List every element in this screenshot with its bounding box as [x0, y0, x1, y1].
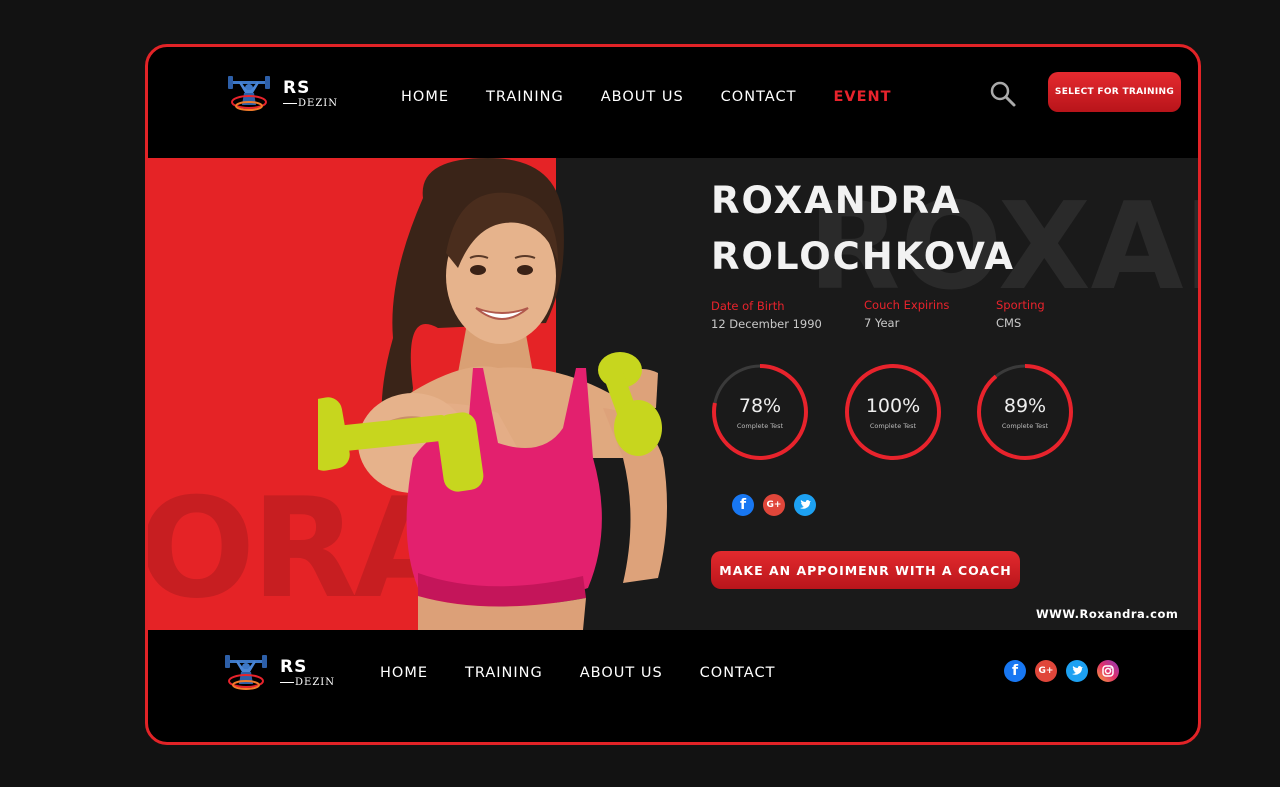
- footer-nav-home[interactable]: HOME: [380, 665, 428, 681]
- search-icon[interactable]: [989, 80, 1017, 108]
- make-appointment-button[interactable]: MAKE AN APPOIMENR WITH A COACH: [711, 551, 1020, 589]
- brand-name-bottom: DEZIN: [283, 98, 338, 109]
- facebook-icon[interactable]: f: [732, 494, 754, 516]
- twitter-icon[interactable]: [794, 494, 816, 516]
- info-value: 7 Year: [864, 316, 900, 330]
- brand-logo[interactable]: RS DEZIN: [227, 75, 338, 113]
- info-coach-experience: Couch Expirins 7 Year: [864, 298, 949, 330]
- footer-nav-about-us[interactable]: ABOUT US: [580, 665, 663, 681]
- info-value: CMS: [996, 316, 1022, 330]
- select-for-training-button[interactable]: SELECT FOR TRAINING: [1048, 72, 1181, 112]
- stat-value: 78%: [738, 395, 782, 417]
- footer-twitter-icon[interactable]: [1066, 660, 1088, 682]
- nav-contact[interactable]: CONTACT: [721, 89, 797, 105]
- info-date-of-birth: Date of Birth 12 December 1990: [711, 299, 822, 331]
- nav-training[interactable]: TRAINING: [486, 89, 564, 105]
- stat-label: Complete Test: [1001, 422, 1049, 430]
- nav-event[interactable]: EVENT: [833, 89, 891, 105]
- info-value: 12 December 1990: [711, 317, 822, 331]
- stat-ring-3: 89% Complete Test: [976, 363, 1074, 461]
- website-link[interactable]: WWW.Roxandra.com: [1036, 607, 1178, 621]
- brand-name-top: RS: [280, 656, 308, 677]
- footer-instagram-icon[interactable]: [1097, 660, 1119, 682]
- page-frame: RS DEZIN HOME TRAINING ABOUT US CONTACT …: [145, 44, 1201, 745]
- info-label: Sporting: [996, 298, 1045, 312]
- info-sporting: Sporting CMS: [996, 298, 1045, 330]
- footer-nav: HOME TRAINING ABOUT US CONTACT: [380, 665, 812, 681]
- weightlifter-logo-icon: [225, 655, 267, 690]
- stat-value: 89%: [1003, 395, 1047, 417]
- stat-ring-1: 78% Complete Test: [711, 363, 809, 461]
- footer-facebook-icon[interactable]: f: [1004, 660, 1026, 682]
- athlete-photo: [318, 158, 667, 630]
- brand-wordmark: RS DEZIN: [283, 77, 338, 109]
- info-label: Couch Expirins: [864, 298, 950, 312]
- header-nav: HOME TRAINING ABOUT US CONTACT EVENT: [401, 89, 929, 105]
- weightlifter-logo-icon: [228, 76, 270, 111]
- footer-google-plus-icon[interactable]: G+: [1035, 660, 1057, 682]
- stat-label: Complete Test: [869, 422, 917, 430]
- stat-label: Complete Test: [736, 422, 784, 430]
- brand-name-top: RS: [283, 77, 311, 98]
- brand-wordmark: RS DEZIN: [280, 656, 335, 688]
- nav-about-us[interactable]: ABOUT US: [601, 89, 684, 105]
- brand-name-bottom: DEZIN: [280, 677, 335, 688]
- info-label: Date of Birth: [711, 299, 785, 313]
- footer-nav-training[interactable]: TRAINING: [465, 665, 543, 681]
- stat-value: 100%: [865, 395, 921, 417]
- coach-first-name: ROXANDRA: [711, 179, 962, 222]
- footer-brand-logo[interactable]: RS DEZIN: [224, 654, 335, 692]
- stat-ring-2: 100% Complete Test: [844, 363, 942, 461]
- google-plus-icon[interactable]: G+: [763, 494, 785, 516]
- nav-home[interactable]: HOME: [401, 89, 449, 105]
- hero-section: ORA ROXAN: [148, 158, 1198, 630]
- coach-last-name: ROLOCHKOVA: [711, 235, 1016, 278]
- footer-nav-contact[interactable]: CONTACT: [700, 665, 776, 681]
